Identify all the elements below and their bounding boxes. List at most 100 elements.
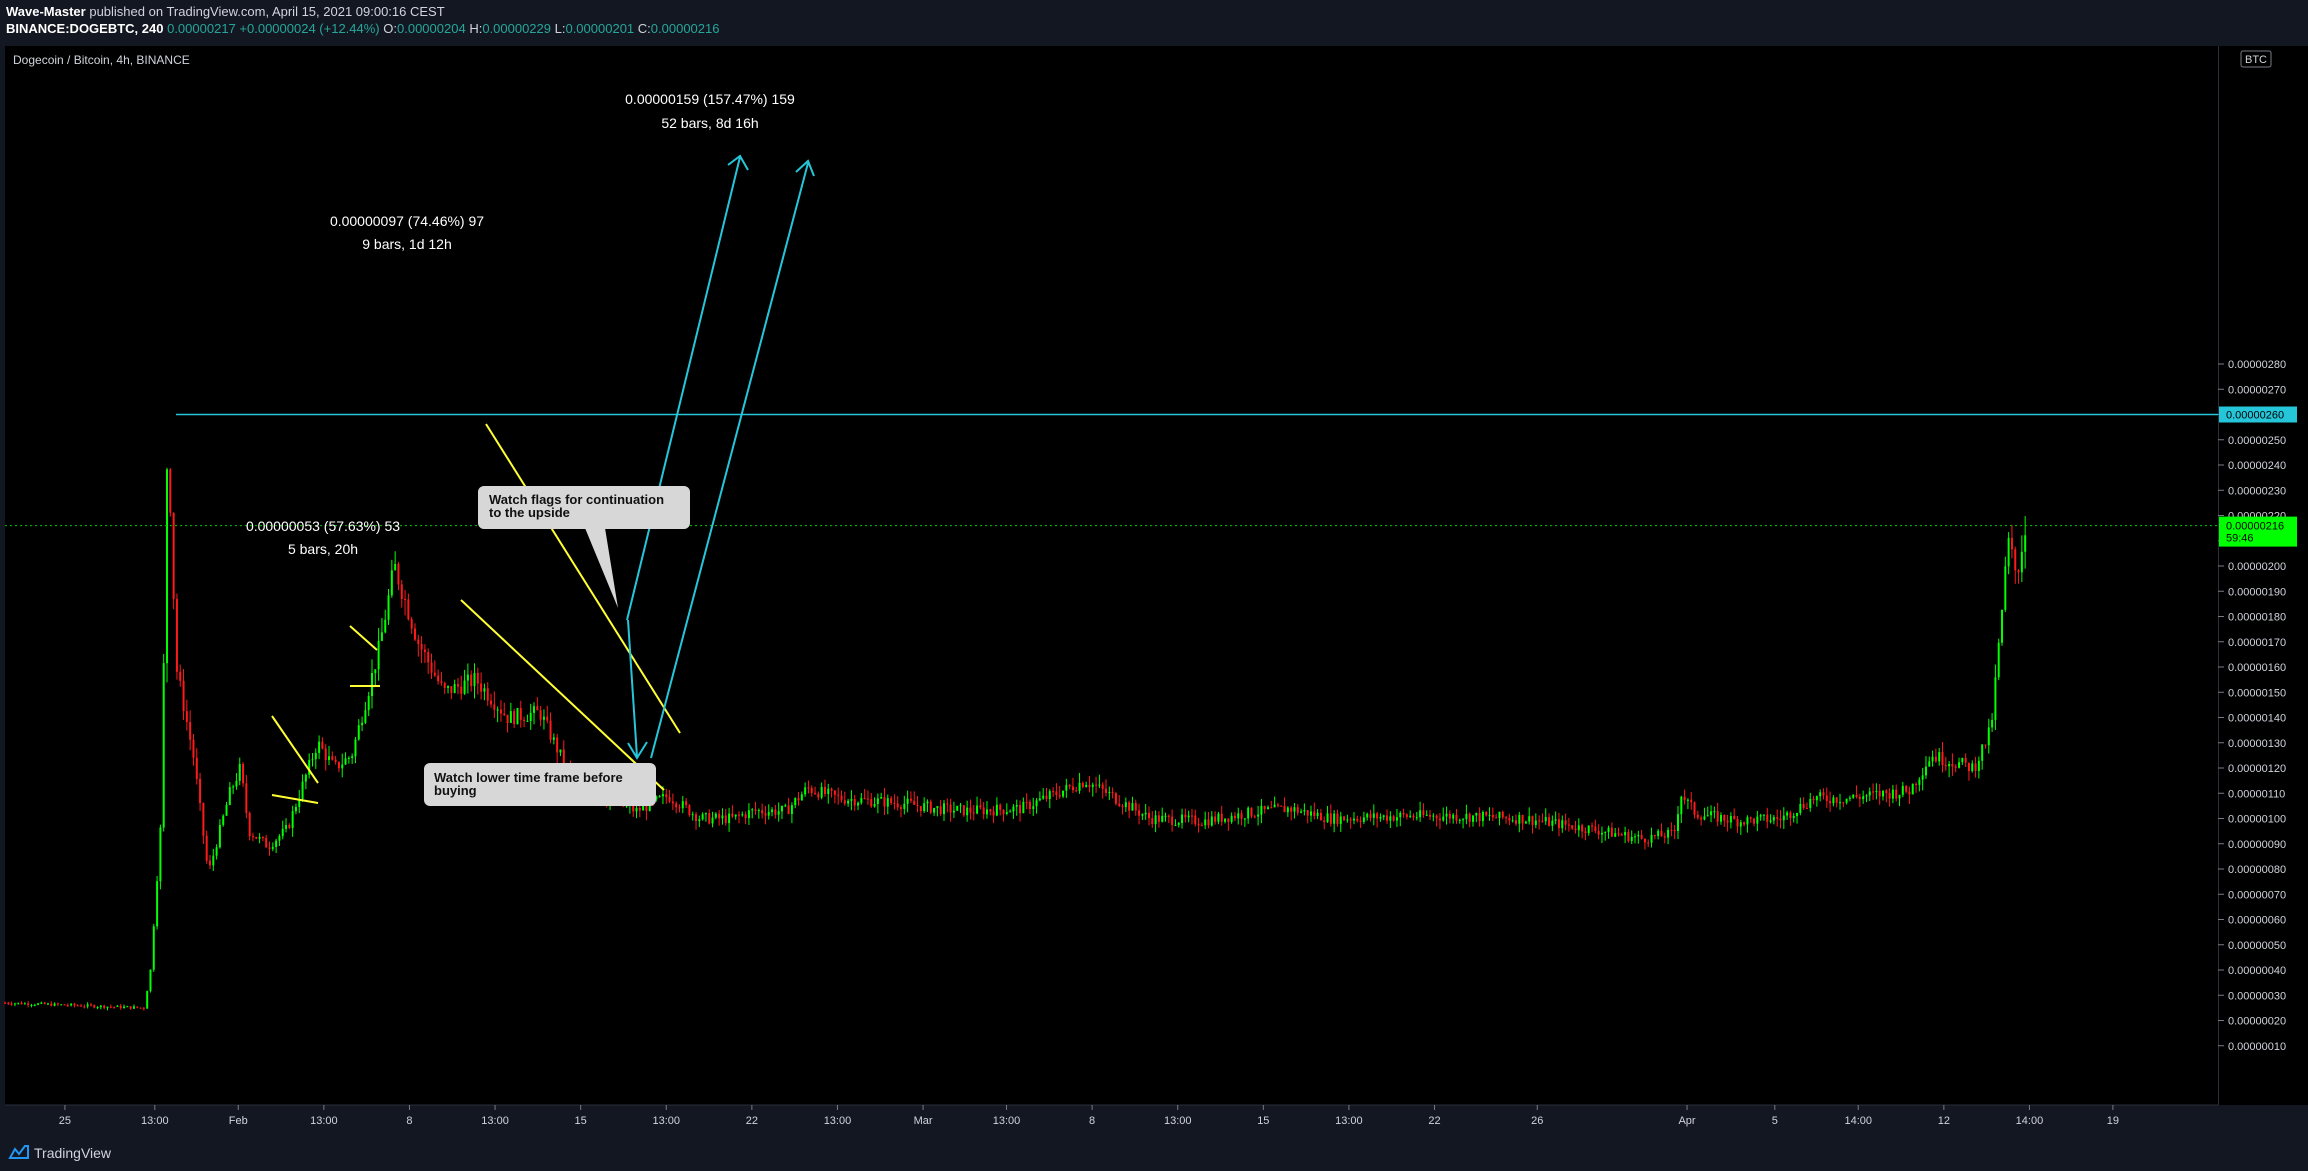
candle-body — [1759, 815, 1762, 817]
candle-body — [149, 969, 152, 992]
candle-body — [76, 1005, 79, 1007]
candle-body — [516, 708, 519, 725]
candle-body — [361, 722, 364, 726]
x-tick-label: 8 — [406, 1115, 412, 1127]
candle-body — [863, 798, 866, 800]
candle-body — [827, 788, 830, 794]
y-tick-label: 0.00000120 — [2228, 763, 2286, 775]
candle-body — [757, 810, 760, 812]
flag1-lower[interactable] — [271, 794, 319, 804]
candle-body — [966, 807, 969, 816]
candle-body — [261, 836, 264, 838]
candle-body — [1465, 813, 1468, 820]
candle-body — [923, 803, 926, 812]
candle-body — [347, 757, 350, 759]
candle-body — [780, 805, 783, 812]
candle-body — [73, 1003, 76, 1006]
candle-body — [1799, 803, 1802, 813]
candle-body — [2017, 570, 2020, 573]
flag2-upper[interactable] — [349, 625, 378, 651]
candle-body — [903, 803, 906, 809]
candle-body — [328, 756, 331, 761]
tradingview-logo-icon[interactable] — [8, 1143, 30, 1161]
candle-body — [995, 804, 998, 816]
candle-body — [1197, 824, 1200, 826]
candle-body — [397, 564, 400, 585]
candle-body — [1402, 812, 1405, 815]
candle-body — [800, 794, 803, 801]
candle-body — [1713, 811, 1716, 813]
candle-body — [1376, 813, 1379, 819]
candle-body — [1726, 820, 1729, 823]
candle-body — [1587, 825, 1590, 834]
candle-body — [1676, 814, 1679, 832]
up-arrow-2[interactable] — [650, 162, 809, 759]
candle-body — [1571, 825, 1574, 829]
candle-body — [1521, 815, 1524, 824]
candle-body — [962, 805, 965, 816]
candle-body — [1961, 757, 1964, 763]
candle-body — [1848, 797, 1851, 799]
candle-body — [1934, 756, 1937, 762]
candle-body — [20, 1002, 23, 1005]
candle-body — [751, 809, 754, 811]
drop-arrow[interactable] — [627, 619, 638, 758]
candle-body — [1147, 812, 1150, 819]
candle-body — [337, 761, 340, 769]
candle-body — [1766, 814, 1769, 822]
price-chart[interactable]: Dogecoin / Bitcoin, 4h, BINANCE BTC 0.00… — [0, 0, 2308, 1171]
candle-body — [215, 847, 218, 856]
candle-body — [1141, 814, 1144, 816]
channel-upper[interactable] — [485, 423, 681, 734]
candle-body — [321, 741, 324, 749]
candle-body — [830, 788, 833, 791]
y-tick-label: 0.00000030 — [2228, 990, 2286, 1002]
candle-body — [1627, 832, 1630, 842]
candle-body — [1224, 818, 1227, 822]
candle-body — [126, 1006, 129, 1008]
candle-body — [860, 798, 863, 803]
projection-arrows[interactable] — [626, 154, 815, 760]
candle-body — [1369, 813, 1372, 818]
candle-body — [364, 710, 367, 723]
candle-body — [1032, 806, 1035, 810]
candle-body — [1323, 820, 1326, 823]
candle-body — [331, 756, 334, 760]
candle-body — [913, 800, 916, 805]
candle-body — [56, 1003, 59, 1005]
candle-body — [701, 814, 704, 820]
callout-lowertf[interactable]: Watch lower time frame before buying — [424, 763, 656, 806]
candle-body — [1442, 816, 1445, 821]
candle-body — [1495, 817, 1498, 819]
tradingview-brand[interactable]: TradingView — [34, 1145, 111, 1161]
candle-body — [103, 1005, 106, 1008]
candle-body — [1098, 784, 1101, 786]
candle-body — [1650, 834, 1653, 843]
candle-body — [1881, 790, 1884, 797]
candle-body — [946, 803, 949, 805]
up-arrow-1[interactable] — [626, 156, 741, 621]
candle-body — [1686, 799, 1689, 801]
y-tick-label: 0.00000240 — [2228, 460, 2286, 472]
flag1-upper[interactable] — [271, 715, 319, 784]
candle-body — [1812, 798, 1815, 801]
candle-body — [1875, 790, 1878, 792]
candle-body — [1458, 819, 1461, 821]
y-tick-label: 0.00000060 — [2228, 915, 2286, 927]
candle-body — [189, 721, 192, 740]
candle-body — [13, 1003, 16, 1005]
candle-body — [1997, 642, 2000, 678]
candle-body — [1610, 827, 1613, 837]
x-tick-label: 14:00 — [1844, 1115, 1872, 1127]
candle-body — [539, 710, 542, 720]
candle-body — [447, 686, 450, 688]
candle-body — [1409, 815, 1412, 817]
candle-body — [1114, 793, 1117, 804]
candle-body — [1138, 810, 1141, 816]
callout-flags[interactable]: Watch flags for continuation to the upsi… — [478, 486, 690, 608]
candle-body — [1723, 814, 1726, 821]
flag-lines[interactable] — [271, 423, 681, 804]
candle-body — [374, 669, 377, 674]
candle-body — [559, 749, 562, 753]
y-tick-label: 0.00000250 — [2228, 435, 2286, 447]
